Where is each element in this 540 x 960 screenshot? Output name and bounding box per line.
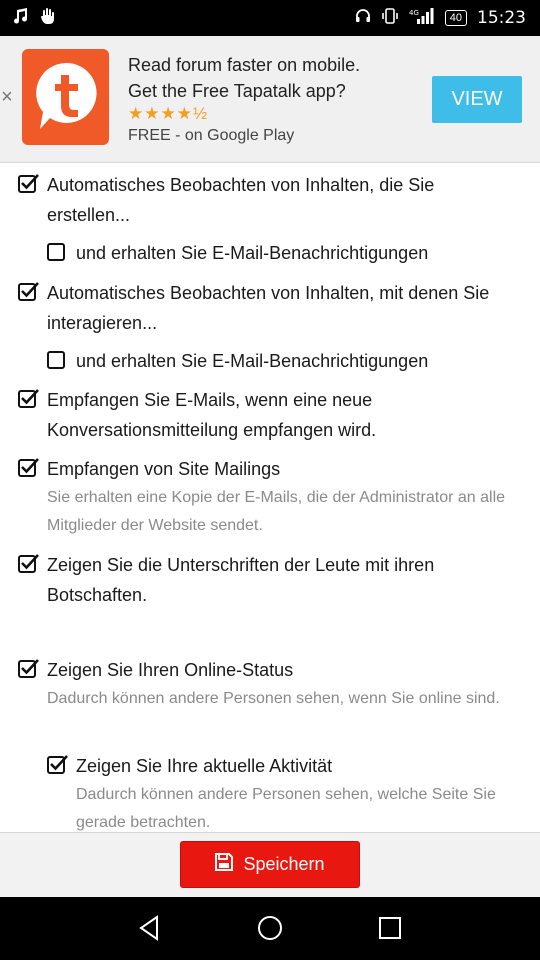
view-button[interactable]: VIEW <box>432 76 522 123</box>
setting-label: Automatisches Beobachten von Inhalten, m… <box>47 283 490 333</box>
preferences-list: Automatisches Beobachten von Inhalten, d… <box>0 164 540 832</box>
rating-stars: ★★★★½ <box>128 104 209 123</box>
checkbox-checked-icon[interactable] <box>18 458 39 477</box>
checkbox-checked-icon[interactable] <box>18 659 39 678</box>
checkbox-checked-icon[interactable] <box>18 554 39 573</box>
save-button[interactable]: Speichern <box>180 841 360 888</box>
setting-item[interactable]: Zeigen Sie Ihre aktuelle Aktivität Dadur… <box>47 751 517 832</box>
setting-hint: Dadurch können andere Personen sehen, we… <box>76 786 496 831</box>
setting-label: Empfangen von Site Mailings <box>47 459 281 479</box>
back-icon[interactable] <box>135 913 165 943</box>
close-icon[interactable]: × <box>0 86 14 109</box>
svg-text:4G: 4G <box>409 9 419 17</box>
setting-item[interactable]: und erhalten Sie E-Mail-Benachrichtigung… <box>47 238 517 268</box>
checkbox-checked-icon[interactable] <box>47 755 68 774</box>
checkbox-checked-icon[interactable] <box>18 389 39 408</box>
setting-label: Zeigen Sie die Unterschriften der Leute … <box>47 555 435 605</box>
promo-question: Get the Free Tapatalk app? <box>128 81 346 101</box>
status-time: 15:23 <box>477 8 526 28</box>
setting-item[interactable]: Zeigen Sie Ihren Online-Status Dadurch k… <box>18 655 518 713</box>
signal-icon: 4G <box>409 7 435 30</box>
setting-label: Empfangen Sie E-Mails, wenn eine neue Ko… <box>47 390 377 440</box>
setting-item[interactable]: Automatisches Beobachten von Inhalten, d… <box>18 170 518 230</box>
app-promo-banner: × Read forum faster on mobile. Get the F… <box>0 36 540 163</box>
checkbox-unchecked-icon[interactable] <box>47 242 66 261</box>
status-bar: 4G 40 15:23 <box>0 0 540 36</box>
promo-subtitle: FREE - on Google Play <box>128 127 295 144</box>
hand-icon <box>40 7 56 30</box>
setting-hint: Sie erhalten eine Kopie der E-Mails, die… <box>47 489 506 534</box>
music-note-icon <box>12 7 30 30</box>
setting-label: Zeigen Sie Ihre aktuelle Aktivität <box>76 756 333 776</box>
checkbox-checked-icon[interactable] <box>18 282 39 301</box>
setting-label: und erhalten Sie E-Mail-Benachrichtigung… <box>76 243 429 263</box>
setting-item[interactable]: Automatisches Beobachten von Inhalten, m… <box>18 278 518 338</box>
setting-item[interactable]: Zeigen Sie die Unterschriften der Leute … <box>18 550 518 610</box>
checkbox-unchecked-icon[interactable] <box>47 350 66 369</box>
battery-indicator: 40 <box>444 10 467 26</box>
headset-icon <box>355 8 371 29</box>
setting-label: Automatisches Beobachten von Inhalten, d… <box>47 175 435 225</box>
floppy-disk-icon <box>215 853 234 876</box>
system-nav-bar <box>0 897 540 960</box>
setting-label: und erhalten Sie E-Mail-Benachrichtigung… <box>76 351 429 371</box>
tapatalk-logo <box>22 49 109 145</box>
save-label: Speichern <box>243 854 325 874</box>
setting-item[interactable]: Empfangen von Site Mailings Sie erhalten… <box>18 454 518 540</box>
home-icon[interactable] <box>255 913 285 943</box>
vibrate-icon <box>381 7 399 30</box>
recents-icon[interactable] <box>375 913 405 943</box>
promo-headline: Read forum faster on mobile. <box>128 55 361 75</box>
checkbox-checked-icon[interactable] <box>18 174 39 193</box>
form-action-bar: Speichern <box>0 832 540 897</box>
setting-item[interactable]: und erhalten Sie E-Mail-Benachrichtigung… <box>47 346 517 376</box>
setting-label: Zeigen Sie Ihren Online-Status <box>47 660 294 680</box>
setting-hint: Dadurch können andere Personen sehen, we… <box>47 690 500 707</box>
setting-item[interactable]: Empfangen Sie E-Mails, wenn eine neue Ko… <box>18 385 518 445</box>
